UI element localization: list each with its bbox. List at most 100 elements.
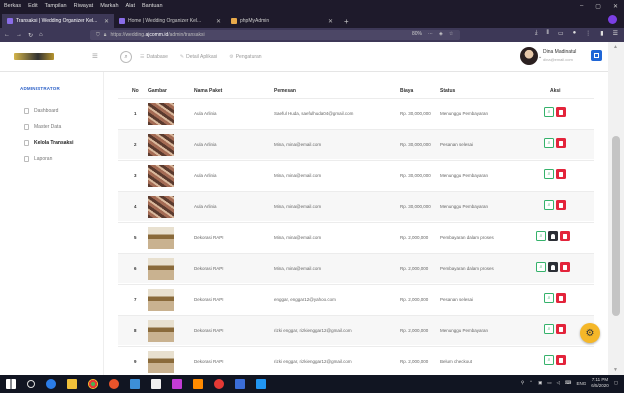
delete-button[interactable] <box>556 200 566 210</box>
sidebar-item-laporan[interactable]: Laporan <box>24 154 52 164</box>
windows-start-icon[interactable] <box>6 379 16 389</box>
person-icon[interactable]: ⚲ <box>521 380 524 386</box>
home-icon[interactable]: ⌂ <box>39 32 43 38</box>
scroll-up-icon[interactable]: ▲ <box>613 44 618 50</box>
menu-bantuan[interactable]: Bantuan <box>142 3 163 9</box>
view-button[interactable]: ⌕ <box>544 200 554 210</box>
menu-edit[interactable]: Edit <box>28 3 37 9</box>
scroll-down-icon[interactable]: ▼ <box>613 367 618 373</box>
confirm-payment-button[interactable] <box>548 262 558 272</box>
view-button[interactable]: ⌕ <box>536 262 546 272</box>
close-window-button[interactable]: ✕ <box>613 3 618 10</box>
delete-button[interactable] <box>556 138 566 148</box>
network-icon[interactable]: ▣ <box>538 380 542 386</box>
app-icon[interactable] <box>256 379 266 389</box>
view-button[interactable]: ⌕ <box>544 169 554 179</box>
view-button[interactable]: ⌕ <box>544 324 554 334</box>
menu-icon[interactable]: ☰ <box>613 30 618 37</box>
reload-icon[interactable]: ↻ <box>28 32 33 39</box>
url-bar[interactable]: ⛉ 🔒︎ https://wedding.ajcomm.id/admin/tra… <box>90 30 460 40</box>
col-biaya: Biaya <box>400 88 414 94</box>
delete-button[interactable] <box>556 107 566 117</box>
settings-fab-button[interactable]: ⚙ <box>580 323 600 343</box>
tab-phpmyadmin[interactable]: phpMyAdmin ✕ <box>226 14 338 28</box>
nav-detail-aplikasi[interactable]: ✎ Detail Aplikasi <box>180 54 217 60</box>
delete-button[interactable] <box>556 169 566 179</box>
download-icon[interactable]: ⤓ <box>535 30 538 37</box>
tab-home[interactable]: Home | Wedding Organizer Kel... ✕ <box>114 14 226 28</box>
window-controls: – ▢ ✕ <box>580 0 618 12</box>
new-tab-button[interactable]: + <box>338 14 355 28</box>
store-icon[interactable] <box>130 379 140 389</box>
vscode-icon[interactable] <box>235 379 245 389</box>
sidebar-item-kelola-transaksi[interactable]: Kelola Transaksi <box>24 138 73 148</box>
app-icon[interactable] <box>172 379 182 389</box>
hamburger-icon[interactable]: ≡ <box>92 51 98 62</box>
maximize-button[interactable]: ▢ <box>595 3 601 10</box>
chevron-up-icon[interactable]: ⌃ <box>529 380 533 386</box>
notification-icon[interactable]: ▢ <box>614 380 618 386</box>
confirm-payment-button[interactable] <box>548 231 558 241</box>
sidebar-item-dashboard[interactable]: Dashboard <box>24 106 58 116</box>
app-logo[interactable] <box>14 53 54 60</box>
page-actions-icon[interactable]: ⋯ <box>428 31 433 37</box>
zoom-level[interactable]: 80% <box>412 31 422 37</box>
keyboard-icon[interactable]: ⌨ <box>565 380 572 386</box>
search-icon[interactable] <box>27 380 35 388</box>
volume-icon[interactable]: ◁ <box>556 380 559 386</box>
sidebar-toggle-icon[interactable]: ▭ <box>558 30 564 37</box>
view-button[interactable]: ⌕ <box>544 355 554 365</box>
delete-button[interactable] <box>560 231 570 241</box>
view-button[interactable]: ⌕ <box>544 138 554 148</box>
view-button[interactable]: ⌕ <box>544 107 554 117</box>
row-number: 9 <box>134 359 137 364</box>
clock[interactable]: 7:11 PM 6/5/2020 <box>591 377 609 389</box>
tab-close-icon[interactable]: ✕ <box>104 18 109 25</box>
tab-transaksi[interactable]: Transaksi | Wedding Organizer Kel... ✕ <box>2 14 114 28</box>
search-icon: ⌕ <box>539 233 543 239</box>
sidebar-item-master-data[interactable]: Master Data <box>24 122 61 132</box>
delete-button[interactable] <box>556 293 566 303</box>
tab-close-icon[interactable]: ✕ <box>216 18 221 25</box>
file-explorer-icon[interactable] <box>67 379 77 389</box>
chrome-icon[interactable] <box>88 379 98 389</box>
battery-icon[interactable]: ▭ <box>547 380 551 386</box>
forward-icon[interactable]: → <box>16 32 22 38</box>
fullscreen-button[interactable] <box>591 50 602 61</box>
menu-alat[interactable]: Alat <box>126 3 135 9</box>
bookmark-star-icon[interactable]: ☆ <box>449 31 453 37</box>
view-button[interactable]: ⌕ <box>536 231 546 241</box>
delete-button[interactable] <box>556 355 566 365</box>
view-button[interactable]: ⌕ <box>544 293 554 303</box>
search-icon[interactable]: ⌕ <box>120 51 132 63</box>
pocket-icon[interactable]: ◈ <box>439 31 443 37</box>
language-indicator[interactable]: ENG <box>576 381 586 386</box>
app-icon[interactable] <box>214 379 224 389</box>
app-icon[interactable] <box>193 379 203 389</box>
menu-riwayat[interactable]: Riwayat <box>74 3 94 9</box>
page-scrollbar[interactable]: ▲ ▼ <box>608 42 624 375</box>
delete-button[interactable] <box>556 324 566 334</box>
library-icon[interactable]: ⫴ <box>546 30 549 37</box>
extension-icon[interactable]: ▮ <box>600 30 603 37</box>
menu-tampilan[interactable]: Tampilan <box>45 3 67 9</box>
scrollbar-thumb[interactable] <box>612 136 620 316</box>
menu-markah[interactable]: Markah <box>100 3 118 9</box>
account-icon[interactable]: ● <box>573 30 577 37</box>
app-icon[interactable] <box>151 379 161 389</box>
avatar[interactable] <box>520 47 538 65</box>
nav-database[interactable]: ☰ Database <box>140 54 168 60</box>
user-menu[interactable]: Dina Madinatul dina@email.com <box>543 49 576 63</box>
row-actions: ⌕ <box>544 324 566 334</box>
extensions-icon[interactable]: ⋮ <box>585 30 591 37</box>
minimize-button[interactable]: – <box>580 3 583 9</box>
back-icon[interactable]: ← <box>4 32 10 38</box>
menu-berkas[interactable]: Berkas <box>4 3 21 9</box>
tab-close-icon[interactable]: ✕ <box>328 18 333 25</box>
chevron-down-icon[interactable]: ⌄ <box>538 54 542 60</box>
nav-pengaturan[interactable]: ⚙ Pengaturan <box>229 54 261 60</box>
browser-account-icon[interactable] <box>608 15 617 24</box>
edge-icon[interactable] <box>46 379 56 389</box>
firefox-icon[interactable] <box>109 379 119 389</box>
delete-button[interactable] <box>560 262 570 272</box>
